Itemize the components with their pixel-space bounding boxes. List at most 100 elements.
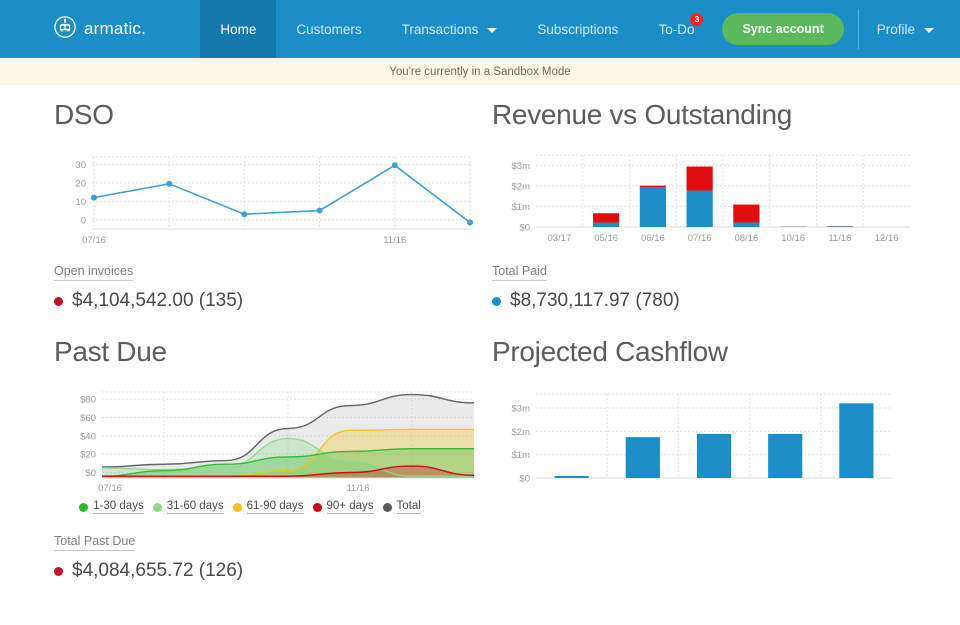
svg-text:0: 0: [81, 215, 86, 226]
robot-icon: [54, 15, 76, 43]
nav-item-home-label: Home: [220, 21, 257, 37]
past-due-area-chart-svg: $0 $20 $40 $60 $80 07/16 11/16: [80, 391, 474, 494]
status-dot-total-past-due: [54, 566, 63, 576]
svg-text:11/16: 11/16: [383, 235, 406, 246]
panel-projected-cashflow: Projected Cashflow $0 $1m $2m $3m: [480, 312, 960, 582]
panel-revenue-vs-outstanding: Revenue vs Outstanding $0 $1m $2m $3m 03/17 0…: [480, 85, 960, 312]
svg-text:$3m: $3m: [512, 161, 531, 172]
stat-total-paid: Total Paid $8,730,117.97 (780): [492, 262, 930, 312]
svg-text:10/16: 10/16: [781, 233, 805, 244]
page-title-cashflow: Projected Cashflow: [492, 336, 728, 367]
legend-dot-icon: [382, 502, 392, 512]
svg-text:10: 10: [75, 197, 86, 208]
svg-text:$2m: $2m: [512, 181, 531, 192]
chart-projected-cashflow[interactable]: $0 $1m $2m $3m: [492, 386, 930, 496]
stat-row-total-past-due: $4,084,655.72 (126): [54, 560, 446, 582]
nav-menu: Home Customers Transactions Subscription…: [200, 0, 960, 58]
revenue-bar-chart-svg: $0 $1m $2m $3m 03/17 05/16 06/16 07/16 08/16 10/1…: [512, 154, 910, 244]
svg-text:07/16: 07/16: [688, 233, 712, 244]
chart-dso[interactable]: 0 10 20 30 07/16 11/16: [54, 149, 473, 254]
svg-text:$60: $60: [80, 413, 96, 424]
cashflow-bar-chart-svg: $0 $1m $2m $3m: [512, 393, 892, 485]
status-dot-total-paid: [492, 296, 501, 306]
todo-badge-count: 3: [690, 13, 704, 26]
chevron-down-icon: [924, 27, 934, 33]
legend-label: 90+ days: [326, 500, 374, 514]
brand-logo[interactable]: armatic.: [0, 0, 146, 58]
svg-text:12/16: 12/16: [875, 233, 899, 244]
svg-text:$3m: $3m: [512, 404, 531, 415]
stat-total-past-due: Total Past Due $4,084,655.72 (126): [54, 532, 446, 582]
stat-value-open-invoices: $4,104,542.00 (135): [72, 290, 244, 311]
sandbox-banner-text: You're currently in a Sandbox Mode: [389, 65, 571, 78]
legend-dot-icon: [79, 502, 89, 512]
top-navbar: armatic. Home Customers Transactions Sub…: [0, 0, 960, 58]
brand-name: armatic.: [84, 19, 147, 38]
svg-text:11/16: 11/16: [828, 233, 851, 244]
sandbox-mode-banner: You're currently in a Sandbox Mode: [0, 58, 960, 85]
svg-text:$2m: $2m: [512, 427, 531, 438]
svg-text:30: 30: [75, 160, 86, 171]
legend-label: 1-30 days: [93, 500, 144, 514]
legend-item-0[interactable]: 1-30 days: [79, 500, 144, 514]
svg-text:11/16: 11/16: [346, 483, 369, 494]
chart-revenue-vs-outstanding[interactable]: $0 $1m $2m $3m 03/17 05/16 06/16 07/16 08/16 10/1…: [492, 149, 930, 254]
stat-value-total-paid: $8,730,117.97 (780): [510, 290, 680, 311]
svg-text:06/16: 06/16: [641, 233, 665, 244]
svg-text:$1m: $1m: [512, 202, 531, 213]
page-title-past-due: Past Due: [54, 336, 167, 367]
legend-past-due: 1-30 days 31-60 days 61-90 days 90+ days Tot…: [54, 500, 446, 514]
chart-past-due[interactable]: $0 $20 $40 $60 $80 07/16 11/16: [54, 386, 474, 496]
svg-text:08/16: 08/16: [734, 233, 758, 244]
nav-item-home[interactable]: Home: [200, 0, 277, 58]
stat-row-open-invoices: $4,104,542.00 (135): [54, 290, 446, 312]
svg-text:20: 20: [75, 178, 86, 189]
svg-text:$0: $0: [519, 474, 530, 485]
nav-item-subscriptions-label: Subscriptions: [537, 21, 619, 37]
nav-item-subscriptions[interactable]: Subscriptions: [517, 0, 638, 58]
svg-text:$80: $80: [80, 395, 96, 406]
svg-text:$40: $40: [80, 431, 96, 442]
legend-item-1[interactable]: 31-60 days: [152, 500, 224, 514]
svg-text:$0: $0: [519, 223, 530, 234]
page-title-dso: DSO: [54, 99, 114, 130]
stat-value-total-past-due: $4,084,655.72 (126): [72, 560, 244, 581]
nav-item-customers[interactable]: Customers: [276, 0, 381, 58]
stat-row-total-paid: $8,730,117.97 (780): [492, 290, 930, 312]
nav-item-todo[interactable]: To-Do 3: [638, 0, 714, 58]
nav-item-customers-label: Customers: [296, 21, 362, 37]
sync-button-wrap: Sync account: [714, 0, 857, 58]
stat-label-open-invoices[interactable]: Open invoices: [54, 264, 134, 281]
legend-label: 61-90 days: [246, 500, 304, 514]
dso-line-chart-svg: 0 10 20 30 07/16 11/16: [75, 156, 473, 246]
svg-text:$20: $20: [80, 450, 96, 461]
panel-past-due: Past Due $0 $20 $40 $60 $80 07/16 11/16 1-30 d…: [0, 312, 480, 582]
panel-dso: DSO 0 10 20 30 07/16 11/16 Open invoices $4,1…: [0, 85, 480, 312]
legend-dot-icon: [232, 502, 242, 512]
legend-item-2[interactable]: 61-90 days: [232, 500, 304, 514]
svg-text:03/17: 03/17: [547, 233, 571, 244]
svg-text:07/16: 07/16: [98, 483, 122, 494]
legend-dot-icon: [312, 502, 322, 512]
svg-text:05/16: 05/16: [594, 233, 618, 244]
svg-text:$0: $0: [85, 468, 96, 479]
legend-item-3[interactable]: 90+ days: [312, 500, 374, 514]
nav-item-transactions-label: Transactions: [401, 21, 479, 37]
svg-text:$1m: $1m: [512, 450, 531, 461]
legend-item-4[interactable]: Total: [382, 500, 421, 514]
navbar-spacer: [146, 0, 200, 58]
nav-item-transactions[interactable]: Transactions: [382, 0, 518, 58]
stat-label-total-past-due[interactable]: Total Past Due: [54, 534, 136, 551]
legend-dot-icon: [152, 502, 162, 512]
chevron-down-icon: [487, 27, 498, 33]
nav-item-profile-label: Profile: [876, 21, 915, 37]
status-dot-open-invoices: [54, 296, 63, 306]
sync-account-button[interactable]: Sync account: [722, 13, 844, 45]
svg-text:07/16: 07/16: [82, 235, 106, 246]
stat-label-total-paid[interactable]: Total Paid: [492, 264, 547, 281]
nav-item-profile[interactable]: Profile: [859, 0, 960, 58]
legend-label: Total: [396, 500, 421, 514]
legend-label: 31-60 days: [166, 500, 224, 514]
nav-item-todo-label: To-Do: [658, 21, 695, 37]
page-title-revenue: Revenue vs Outstanding: [492, 99, 793, 130]
